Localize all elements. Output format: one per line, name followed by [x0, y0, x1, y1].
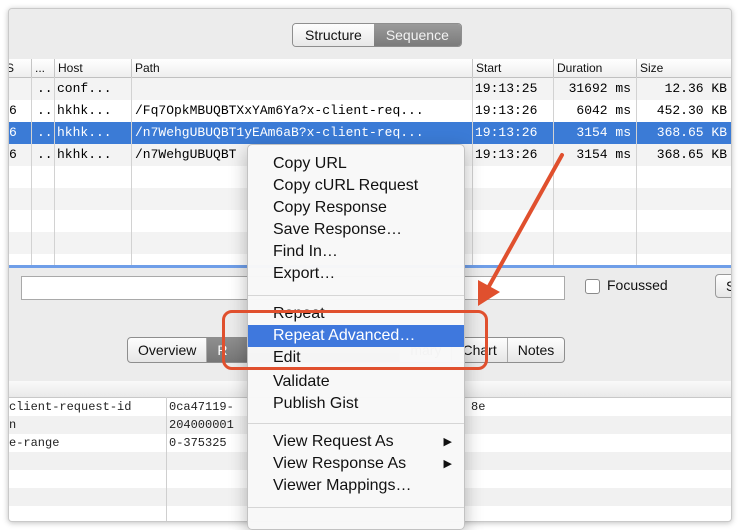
annotation-arrow-icon: [478, 153, 564, 306]
